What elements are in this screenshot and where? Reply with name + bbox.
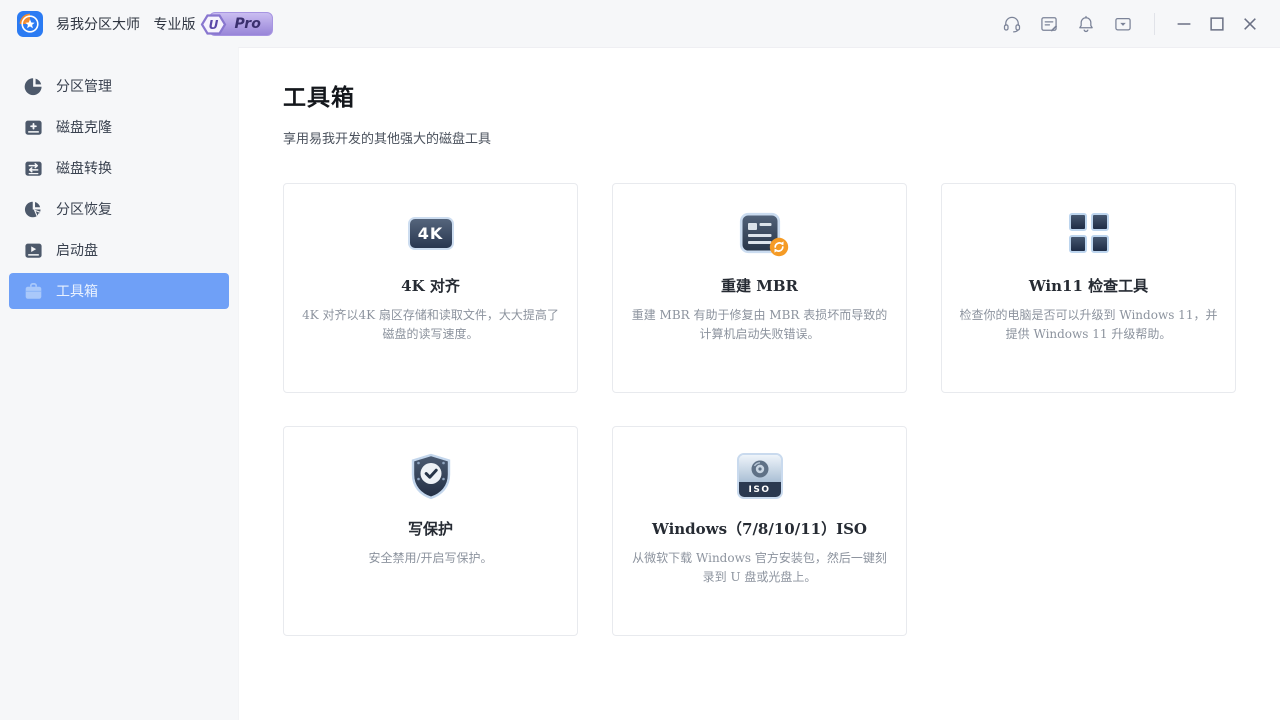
sidebar-item-bootable-disk[interactable]: 启动盘 [9,232,229,268]
page-subtitle: 享用易我开发的其他强大的磁盘工具 [283,128,1280,147]
pro-hexagon-icon: U [200,11,227,38]
disc-graphic [739,455,781,482]
win11-square [1069,235,1087,253]
card-title: Windows（7/8/10/11）ISO [613,518,906,539]
refresh-badge-icon [769,237,789,257]
sidebar-item-label: 磁盘克隆 [56,117,112,137]
iso-disc-icon: ISO [737,453,783,499]
sidebar-item-disk-clone[interactable]: 磁盘克隆 [9,109,229,145]
shield-check-icon [408,452,454,500]
sidebar-item-label: 磁盘转换 [56,158,112,178]
main-content: 工具箱 享用易我开发的其他强大的磁盘工具 4K 4K 对齐 4K 对齐以4K 扇… [238,47,1280,720]
card-description: 重建 MBR 有助于修复由 MBR 表损坏而导致的计算机启动失败错误。 [631,306,889,343]
pro-badge[interactable]: U Pro [209,12,272,36]
card-4k-alignment[interactable]: 4K 4K 对齐 4K 对齐以4K 扇区存储和读取文件，大大提高了磁盘的读写速度… [283,183,578,393]
card-icon-area [942,208,1235,258]
app-logo-icon [17,11,43,37]
card-win11-checker[interactable]: Win11 检查工具 检查你的电脑是否可以升级到 Windows 11，并提供 … [941,183,1236,393]
sidebar-item-toolbox[interactable]: 工具箱 [9,273,229,309]
maximize-button[interactable] [1209,16,1225,32]
app-window: 易我分区大师 专业版 U Pro [0,0,1280,720]
app-edition: 专业版 [153,17,195,33]
card-icon-area [613,208,906,258]
feedback-icon[interactable] [1039,14,1059,34]
sidebar-item-label: 工具箱 [56,281,98,301]
card-windows-iso[interactable]: ISO Windows（7/8/10/11）ISO 从微软下载 Windows … [612,426,907,636]
bootable-disk-icon [24,241,43,260]
sidebar-item-disk-convert[interactable]: 磁盘转换 [9,150,229,186]
pro-label: Pro [234,16,260,32]
notifications-bell-icon[interactable] [1076,14,1096,34]
card-description: 从微软下载 Windows 官方安装包，然后一键刻录到 U 盘或光盘上。 [631,549,889,586]
disk-clone-icon [24,118,43,137]
titlebar-right [1002,13,1258,35]
app-title: 易我分区大师 专业版 [56,14,195,34]
disk-convert-icon [24,159,43,178]
minimize-button[interactable] [1176,16,1192,32]
card-title: Win11 检查工具 [942,275,1235,296]
titlebar: 易我分区大师 专业版 U Pro [0,0,1280,47]
card-description: 安全禁用/开启写保护。 [302,549,560,568]
card-title: 重建 MBR [613,275,906,296]
partition-recovery-icon [24,200,43,219]
sidebar: 分区管理 磁盘克隆 磁盘转换 [0,47,238,720]
sidebar-item-label: 分区管理 [56,76,112,96]
iso-label: ISO [739,482,781,497]
card-icon-area: ISO [613,451,906,501]
toolbox-icon [24,282,43,301]
win11-square [1069,213,1087,231]
card-description: 检查你的电脑是否可以升级到 Windows 11，并提供 Windows 11 … [960,306,1218,343]
card-title: 4K 对齐 [284,275,577,296]
titlebar-left: 易我分区大师 专业版 U Pro [17,11,273,37]
4k-badge-icon: 4K [408,217,454,250]
card-title: 写保护 [284,518,577,539]
sidebar-item-label: 启动盘 [56,240,98,260]
card-write-protection[interactable]: 写保护 安全禁用/开启写保护。 [283,426,578,636]
tool-cards-grid: 4K 4K 对齐 4K 对齐以4K 扇区存储和读取文件，大大提高了磁盘的读写速度… [283,183,1280,636]
page-title: 工具箱 [283,78,1280,112]
win11-square [1091,213,1109,231]
menu-dropdown-icon[interactable] [1113,14,1133,34]
pie-chart-icon [24,77,43,96]
win11-grid-icon [1069,213,1109,253]
titlebar-divider [1154,13,1155,35]
card-icon-area: 4K [284,208,577,258]
rebuild-mbr-icon [738,211,782,255]
pro-hex-letter: U [209,18,219,32]
card-description: 4K 对齐以4K 扇区存储和读取文件，大大提高了磁盘的读写速度。 [302,306,560,343]
support-headset-icon[interactable] [1002,14,1022,34]
close-button[interactable] [1242,16,1258,32]
app-name: 易我分区大师 [56,17,140,33]
sidebar-item-partition-management[interactable]: 分区管理 [9,68,229,104]
sidebar-item-partition-recovery[interactable]: 分区恢复 [9,191,229,227]
card-rebuild-mbr[interactable]: 重建 MBR 重建 MBR 有助于修复由 MBR 表损坏而导致的计算机启动失败错… [612,183,907,393]
win11-square [1091,235,1109,253]
card-icon-area [284,451,577,501]
sidebar-item-label: 分区恢复 [56,199,112,219]
